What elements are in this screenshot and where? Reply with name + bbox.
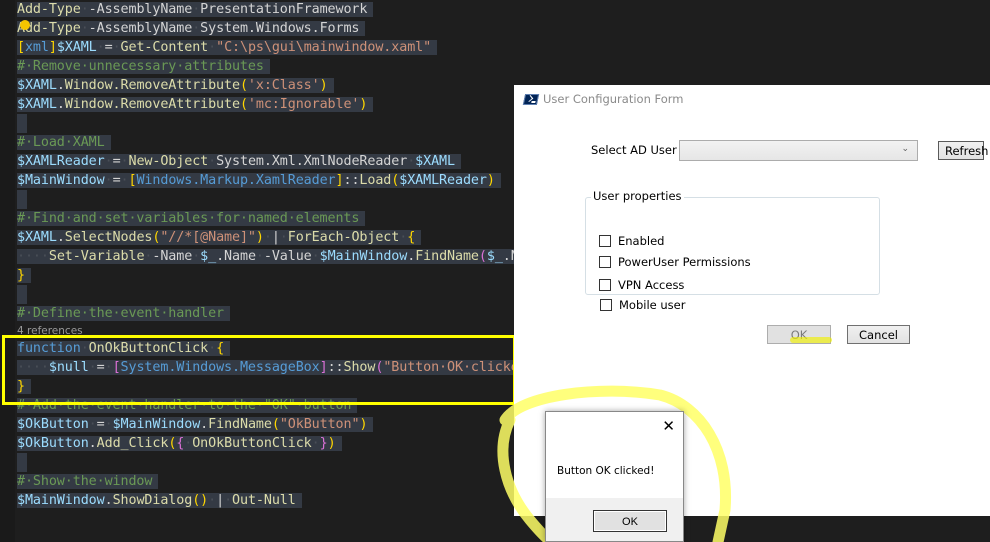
editor-gutter	[0, 0, 15, 542]
code-line-26[interactable]: $MainWindow.ShowDialog()·|·Out-Null	[17, 491, 302, 510]
checkbox-box[interactable]	[599, 279, 611, 291]
code-line-16[interactable]	[17, 285, 27, 304]
code-line-15[interactable]: }	[17, 266, 31, 285]
checkbox-box[interactable]	[600, 299, 612, 311]
message-ok-button[interactable]: OK	[593, 510, 667, 532]
close-icon[interactable]: ✕	[662, 416, 675, 436]
code-line-6[interactable]: $XAML.Window.RemoveAttribute('mc:Ignorab…	[17, 95, 374, 114]
lightbulb-icon[interactable]	[20, 20, 30, 30]
code-line-9[interactable]: $XAMLReader·=·New-Object·System.Xml.XmlN…	[17, 152, 461, 171]
checkbox-box[interactable]	[599, 256, 611, 268]
code-line-18[interactable]: function·OnOkButtonClick·{	[17, 339, 231, 358]
code-line-20[interactable]: }	[17, 377, 31, 396]
group-title: User properties	[591, 189, 684, 203]
checkbox-poweruser-permissions[interactable]: PowerUser Permissions	[599, 254, 751, 270]
code-line-12[interactable]: #·Find·and·set·variables·for·named·eleme…	[17, 209, 366, 228]
code-line-23[interactable]: $OkButton.Add_Click({·OnOkButtonClick·})	[17, 434, 342, 453]
code-line-13[interactable]: $XAML.SelectNodes("//*[@Name]")·|·ForEac…	[17, 228, 422, 247]
cancel-button[interactable]: Cancel	[847, 325, 910, 344]
code-line-8[interactable]: #·Load·XAML	[17, 133, 111, 152]
powershell-icon	[522, 94, 540, 105]
chevron-down-icon: ⌄	[901, 144, 909, 154]
checkbox-box[interactable]	[599, 235, 611, 247]
code-line-25[interactable]: #·Show·the·window	[17, 472, 159, 491]
checkbox-label: Enabled	[618, 234, 665, 248]
code-line-1[interactable]: Add-Type·-AssemblyName·PresentationFrame…	[17, 0, 374, 19]
checkbox-label: Mobile user	[619, 298, 686, 312]
checkbox-enabled[interactable]: Enabled	[599, 233, 664, 249]
window-titlebar[interactable]: User Configuration Form	[514, 85, 990, 115]
refresh-button[interactable]: Refresh	[938, 141, 988, 160]
select-ad-user-label: Select AD User	[591, 143, 677, 157]
checkbox-label: VPN Access	[618, 278, 685, 292]
codelens-references[interactable]: 4 references	[17, 324, 83, 338]
code-line-11[interactable]	[17, 190, 27, 209]
code-line-17[interactable]: #·Define·the·event·handler	[17, 304, 231, 323]
message-text: Button OK clicked!	[557, 465, 655, 477]
checkbox-label: PowerUser Permissions	[618, 255, 751, 269]
window-title: User Configuration Form	[543, 92, 684, 106]
checkbox-vpn-access[interactable]: VPN Access	[599, 277, 684, 293]
code-line-14[interactable]: ····Set-Variable·-Name·$_.Name·-Value·$M…	[17, 247, 557, 266]
code-line-24[interactable]	[17, 453, 27, 472]
message-box-dialog: ✕ Button OK clicked! OK	[545, 411, 684, 542]
code-line-7[interactable]	[17, 114, 27, 133]
code-line-10[interactable]: $MainWindow·=·[Windows.Markup.XamlReader…	[17, 171, 501, 190]
ok-underline-annotation	[790, 337, 832, 343]
code-line-19[interactable]: ····$null·=·[System.Windows.MessageBox]:…	[17, 358, 557, 377]
code-line-5[interactable]: $XAML.Window.RemoveAttribute('x:Class')	[17, 76, 334, 95]
checkbox-mobile-user[interactable]: Mobile user	[600, 297, 685, 313]
code-line-3[interactable]: [xml]$XAML·=·Get-Content·"C:\ps\gui\main…	[17, 38, 438, 57]
code-line-2[interactable]: Add-Type·-AssemblyName·System.Windows.Fo…	[17, 19, 366, 38]
code-line-21[interactable]: #·Add·the·event·handler·to·the·"OK"·butt…	[17, 396, 358, 415]
code-line-22[interactable]: $OkButton·=·$MainWindow.FindName("OkButt…	[17, 415, 374, 434]
code-line-4[interactable]: #·Remove·unnecessary·attributes	[17, 57, 270, 76]
ad-user-combobox[interactable]: ⌄	[679, 140, 918, 161]
